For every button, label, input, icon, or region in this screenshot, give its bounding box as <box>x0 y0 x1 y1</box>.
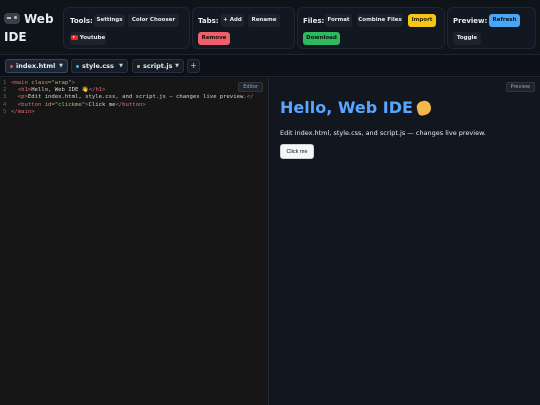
app-logo: Web IDE <box>4 10 56 46</box>
tabs-label: Tabs: <box>198 17 219 25</box>
code-editor[interactable]: 1 <main class="wrap"> 2 <h1>Hello, Web IDE… <box>0 78 269 405</box>
code-text[interactable]: 1 <main class="wrap"> 2 <h1>Hello, Web IDE… <box>3 80 254 116</box>
chevron-down-icon[interactable]: ▼ <box>59 60 63 72</box>
color-chooser-button[interactable]: Color Chooser <box>128 14 179 27</box>
youtube-icon <box>70 34 78 40</box>
tabs-group: Tabs: + Add Rename Remove <box>192 7 295 49</box>
code-token: <p> <box>11 94 28 101</box>
preview-click-me-button[interactable]: Click me <box>280 144 314 159</box>
youtube-label: Youtube <box>79 35 106 41</box>
settings-button[interactable]: Settings <box>94 14 125 27</box>
preview-heading: Hello, Web IDE <box>280 98 433 117</box>
code-token: </button> <box>115 101 146 108</box>
code-token: Edit index.html, style.css, and script.j… <box>27 94 247 101</box>
chevron-down-icon[interactable]: ▼ <box>119 60 123 72</box>
code-token: </ <box>246 94 254 101</box>
file-tab[interactable]: style.css ▼ <box>71 59 128 73</box>
format-button[interactable]: Format <box>325 14 352 27</box>
waving-hand-icon <box>415 99 433 117</box>
chevron-down-icon[interactable]: ▼ <box>175 60 179 72</box>
preview-pane: Preview Hello, Web IDE Edit index.html, … <box>270 78 540 405</box>
download-button[interactable]: Download <box>303 32 340 45</box>
preview-paragraph: Edit index.html, style.css, and script.j… <box>280 129 486 137</box>
tools-group: Tools: Settings Color Chooser Youtube <box>63 7 190 49</box>
youtube-button[interactable]: Youtube <box>70 32 106 45</box>
code-token: <main <box>11 80 32 86</box>
tools-label: Tools: <box>70 17 93 25</box>
toggle-preview-button[interactable]: Toggle <box>453 32 481 45</box>
code-line[interactable]: 4 <button id="clickme">Click me</button> <box>3 102 254 109</box>
code-token: Hello, Web IDE 👋 <box>31 87 89 94</box>
file-tabs-bar: index.html ▼ style.css ▼ script.js ▼ + <box>0 55 540 77</box>
add-tab-button[interactable]: + Add <box>221 14 244 27</box>
code-token: "clickme" <box>54 101 86 108</box>
preview-group: Preview: Refresh Toggle <box>447 7 536 49</box>
line-number: 4 <box>3 101 7 108</box>
code-line[interactable]: 5 </main> <box>3 109 254 116</box>
code-token: "wrap" <box>51 80 72 86</box>
file-tab-label: script.js <box>143 62 173 70</box>
line-number: 1 <box>3 80 7 86</box>
preview-badge: Preview <box>505 82 535 92</box>
code-token: Click me <box>88 101 116 108</box>
combine-files-button[interactable]: Combine Files <box>357 14 403 27</box>
code-token: class= <box>31 80 52 86</box>
line-number: 3 <box>3 94 7 101</box>
editor-badge: Editor <box>238 82 263 92</box>
preview-label: Preview: <box>453 17 488 25</box>
file-type-dot-icon <box>76 65 79 68</box>
file-tab-label: index.html <box>16 62 56 70</box>
files-label: Files: <box>303 17 325 25</box>
file-tab[interactable]: script.js ▼ <box>132 59 184 73</box>
refresh-button[interactable]: Refresh <box>489 14 520 27</box>
code-token: </h1> <box>88 87 106 94</box>
code-token: > <box>71 80 76 86</box>
file-type-dot-icon <box>137 65 140 68</box>
add-file-tab-button[interactable]: + <box>187 59 200 73</box>
line-number: 5 <box>3 108 7 115</box>
gamepad-icon <box>4 13 20 24</box>
top-toolbar: Web IDE Tools: Settings Color Chooser Yo… <box>0 0 540 55</box>
preview-heading-text: Hello, Web IDE <box>280 98 413 117</box>
code-token: </main> <box>11 108 35 115</box>
code-token: id= <box>44 101 55 108</box>
code-line[interactable]: 2 <h1>Hello, Web IDE 👋</h1> <box>3 87 254 94</box>
remove-tab-button[interactable]: Remove <box>198 32 230 45</box>
line-number: 2 <box>3 87 7 94</box>
files-group: Files: Format Combine Files Import Downl… <box>297 7 445 49</box>
file-tab[interactable]: index.html ▼ <box>5 59 68 73</box>
file-type-dot-icon <box>10 65 13 68</box>
file-tab-label: style.css <box>82 62 114 70</box>
import-button[interactable]: Import <box>408 14 436 27</box>
code-line[interactable]: 3 <p>Edit index.html, style.css, and scr… <box>3 94 254 101</box>
rename-tab-button[interactable]: Rename <box>248 14 280 27</box>
code-token: <h1> <box>11 87 32 94</box>
code-token: <button <box>11 101 45 108</box>
